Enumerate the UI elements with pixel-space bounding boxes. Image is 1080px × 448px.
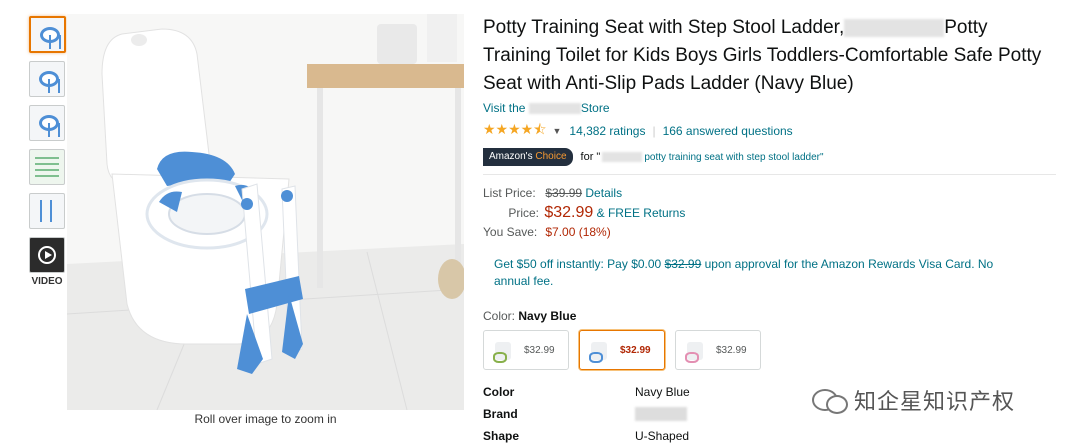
redacted-store <box>528 103 581 115</box>
price-label: Price: <box>508 206 539 220</box>
thumbnail-5[interactable] <box>29 193 65 229</box>
swatch-green[interactable]: $32.99 <box>675 330 761 370</box>
spec-key: Shape <box>483 429 520 443</box>
store-suffix: Store <box>580 101 610 115</box>
wechat-icon <box>812 387 848 414</box>
savings-label: You Save: <box>483 225 538 239</box>
amazons-choice-row: Amazon's Choice for " potty training sea… <box>483 148 1058 166</box>
watermark: 知企星知识产权 <box>812 384 1015 416</box>
price-row: Price: $32.99 & FREE Returns <box>483 203 1058 223</box>
spec-key: Brand <box>483 407 518 421</box>
rating-row: ★★★★⯪ ▼ 14,382 ratings | 166 answered qu… <box>483 119 1058 143</box>
thumbnail-2[interactable] <box>29 61 65 97</box>
thumbnail-image <box>35 163 59 165</box>
video-thumbnail[interactable] <box>29 237 65 273</box>
swatch-thumbnail <box>586 336 614 364</box>
thumbnail-image <box>49 35 61 49</box>
thumbnail-image <box>48 79 60 93</box>
divider <box>483 174 1056 175</box>
savings-row: You Save: $7.00 (18%) <box>483 223 1058 242</box>
details-link[interactable]: Details <box>585 186 622 200</box>
thumbnail-image <box>35 175 59 177</box>
thumbnail-3[interactable] <box>29 105 65 141</box>
product-photo <box>67 14 464 410</box>
answered-questions-link[interactable]: 166 answered questions <box>663 124 793 138</box>
swatch-price: $32.99 <box>620 344 651 356</box>
swatch-price: $32.99 <box>524 344 555 356</box>
star-rating-icon[interactable]: ★★★★⯪ <box>483 119 546 143</box>
thumbnail-image <box>48 123 60 137</box>
credit-card-promo[interactable]: Get $50 off instantly: Pay $0.00 $32.99 … <box>494 256 1014 290</box>
color-swatches: $32.99 $32.99 $32.99 <box>483 330 1058 370</box>
price-table: List Price: $39.99 Details Price: $32.99… <box>483 184 1058 242</box>
redacted-query-brand <box>602 152 643 162</box>
ratings-count-link[interactable]: 14,382 ratings <box>569 124 645 138</box>
amazons-choice-badge: Amazon's Choice <box>483 148 573 166</box>
spec-key: Color <box>483 385 515 399</box>
color-label-text: Color: <box>483 309 516 323</box>
thumbnail-1[interactable] <box>29 16 66 53</box>
store-link[interactable]: Visit the Store <box>483 101 1058 115</box>
savings-value: $7.00 (18%) <box>545 225 611 239</box>
swatch-thumbnail <box>490 336 518 364</box>
redacted-brand-value <box>635 407 687 421</box>
free-returns-link[interactable]: & FREE Returns <box>597 206 686 220</box>
swatch-navy-blue[interactable]: $32.99 <box>579 330 665 370</box>
selected-color: Navy Blue <box>518 309 577 323</box>
play-icon <box>38 246 56 264</box>
badge-prefix: Amazon's <box>489 151 533 162</box>
price-value: $32.99 <box>544 204 594 221</box>
spec-value: U-Shaped <box>635 429 690 443</box>
color-label: Color: Navy Blue <box>483 309 1058 323</box>
swatch-thumbnail <box>682 336 710 364</box>
spec-row: Shape U-Shaped <box>483 425 1058 447</box>
product-details: Potty Training Seat with Step Stool Ladd… <box>483 14 1058 447</box>
choice-query-link[interactable]: potty training seat with step stool ladd… <box>644 152 823 163</box>
badge-highlight: Choice <box>535 151 567 162</box>
promo-text-before: Get $50 off instantly: Pay $0.00 <box>494 257 662 271</box>
spec-value: Navy Blue <box>635 385 690 399</box>
store-prefix: Visit the <box>483 101 526 115</box>
list-price-row: List Price: $39.99 Details <box>483 184 1058 203</box>
thumbnail-image <box>35 157 59 159</box>
promo-struck-price: $32.99 <box>664 257 702 271</box>
list-price-value: $39.99 <box>545 186 583 200</box>
zoom-hint: Roll over image to zoom in <box>194 412 337 426</box>
video-label: VIDEO <box>31 276 63 287</box>
thumbnail-strip: VIDEO <box>29 16 67 287</box>
watermark-text: 知企星知识产权 <box>854 389 1016 414</box>
swatch-pink[interactable]: $32.99 <box>483 330 569 370</box>
main-product-image[interactable] <box>67 14 464 410</box>
redacted-brand <box>844 18 945 37</box>
chevron-down-icon[interactable]: ▼ <box>552 126 561 136</box>
choice-for-text: for " <box>580 151 601 163</box>
product-title: Potty Training Seat with Step Stool Ladd… <box>483 14 1058 98</box>
divider: | <box>652 124 656 138</box>
title-part-1: Potty Training Seat with Step Stool Ladd… <box>483 17 845 38</box>
list-price-label: List Price: <box>483 186 536 200</box>
thumbnail-image <box>35 169 59 171</box>
thumbnail-4[interactable] <box>29 149 65 185</box>
thumbnail-image <box>40 200 52 222</box>
swatch-price: $32.99 <box>716 344 747 356</box>
